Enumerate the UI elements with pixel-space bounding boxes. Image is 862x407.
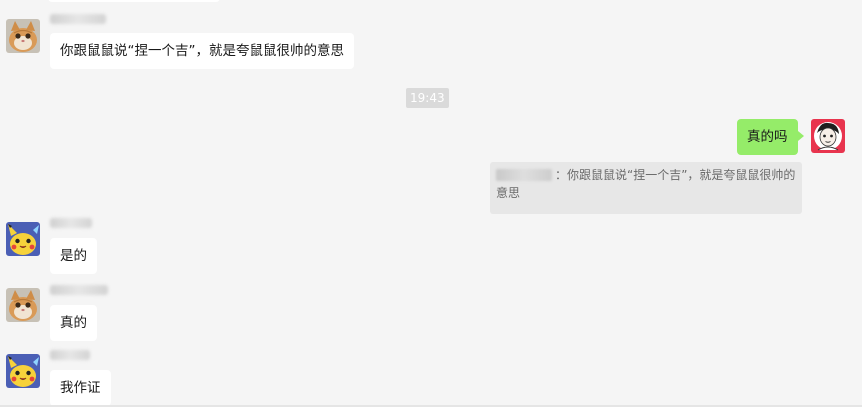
sender-name-blurred (50, 218, 92, 228)
sender-name-blurred (50, 285, 108, 295)
pikachu-avatar-icon[interactable] (6, 222, 40, 256)
message-bubble[interactable]: 是的 (50, 238, 97, 274)
sender-name-blurred (50, 350, 90, 360)
cat-avatar-icon[interactable] (6, 288, 40, 322)
cat-avatar-icon[interactable] (6, 19, 40, 53)
quoted-sender-blurred (496, 169, 552, 181)
message-bubble[interactable]: 真的 (50, 305, 97, 341)
time-separator: 19:43 (406, 88, 449, 108)
self-avatar-icon[interactable] (811, 119, 845, 153)
pikachu-avatar-icon[interactable] (6, 354, 40, 388)
previous-message-edge (48, 0, 220, 2)
message-bubble[interactable]: 我作证 (50, 370, 111, 406)
message-bubble-outgoing[interactable]: 真的吗 (737, 119, 803, 155)
message-bubble[interactable]: 你跟鼠鼠说“捏一个吉”，就是夸鼠鼠很帅的意思 (50, 33, 354, 69)
sender-name-blurred (50, 14, 106, 24)
quoted-reply[interactable]: ：你跟鼠鼠说“捏一个吉”，就是夸鼠鼠很帅的意思 (490, 162, 802, 214)
